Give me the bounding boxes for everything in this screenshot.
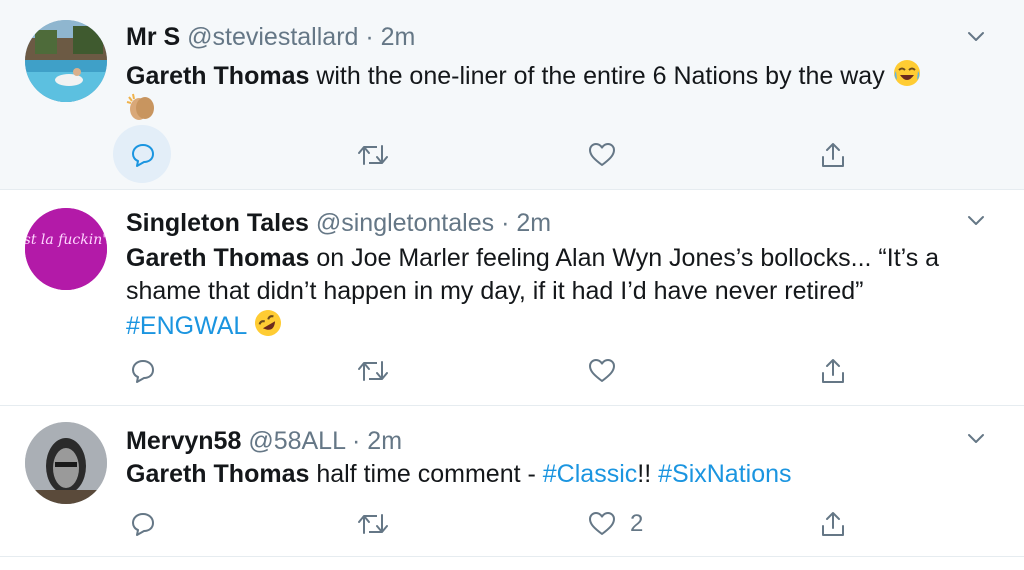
tweet-text: Gareth Thomas with the one-liner of the … [126,58,986,128]
avatar-mr-s[interactable] [25,20,107,102]
retweet-icon [358,145,388,165]
rolling-on-floor-laughing-emoji [255,310,282,336]
author-handle[interactable]: @58ALL [248,427,345,455]
retweet-button[interactable] [357,139,389,171]
share-icon [822,359,844,383]
hashtag-engwal[interactable]: #ENGWAL [126,312,246,340]
retweet-button[interactable] [357,508,389,540]
like-button[interactable]: 2 [588,508,643,540]
reply-button[interactable] [130,508,156,540]
author-name[interactable]: Mervyn58 [126,427,241,455]
tweet-text-content: with the one-liner of the entire 6 Natio… [309,62,885,90]
tweet-header: Mr S @steviestallard · 2m [126,22,415,52]
timestamp[interactable]: 2m [367,427,402,455]
avatar-singleton-tales[interactable]: C'est la fuckin' vie [25,208,107,290]
timestamp[interactable]: 2m [381,23,416,51]
reply-icon [132,360,154,383]
share-button[interactable] [819,355,847,387]
tweet-text: Gareth Thomas on Joe Marler feeling Alan… [126,242,986,343]
mention-gareth-thomas[interactable]: Gareth Thomas [126,460,309,488]
avatar-neon-text: C'est la fuckin' vie [25,232,107,248]
retweet-icon [358,361,388,381]
share-icon [822,512,844,536]
chevron-down-icon[interactable] [966,428,986,448]
separator-dot: · [365,23,374,51]
chevron-down-icon[interactable] [966,26,986,46]
tweet-2[interactable]: C'est la fuckin' vie Singleton Tales @si… [0,190,1024,406]
avatar-mervyn58[interactable] [25,422,107,504]
reply-button[interactable] [130,355,156,387]
share-button[interactable] [819,139,847,171]
share-button[interactable] [819,508,847,540]
face-with-tears-of-joy-emoji [893,60,920,86]
retweet-button[interactable] [357,355,389,387]
retweet-icon [358,514,388,534]
hashtag-sixnations[interactable]: #SixNations [658,460,791,488]
mention-gareth-thomas[interactable]: Gareth Thomas [126,62,309,90]
like-icon [589,359,615,382]
reply-icon [132,144,154,167]
separator-dot: · [501,209,510,237]
tweet-text-mid: !! [637,460,659,488]
timestamp[interactable]: 2m [516,209,551,237]
tweet-1[interactable]: Mr S @steviestallard · 2m Gareth Thomas … [0,0,1024,190]
separator-dot: · [352,427,361,455]
share-icon [822,143,844,167]
reply-button[interactable] [130,139,156,171]
tweet-text: Gareth Thomas half time comment - #Class… [126,458,986,491]
author-name[interactable]: Mr S [126,23,180,51]
like-icon [589,143,615,166]
mention-gareth-thomas[interactable]: Gareth Thomas [126,244,309,272]
tweet-3[interactable]: Mervyn58 @58ALL · 2m Gareth Thomas half … [0,406,1024,557]
reply-icon [132,513,154,536]
tweet-header: Singleton Tales @singletontales · 2m [126,208,551,238]
like-button[interactable] [588,355,616,387]
tweet-text-content: half time comment - [309,460,543,488]
like-button[interactable] [588,139,616,171]
author-handle[interactable]: @steviestallard [187,23,358,51]
hashtag-classic[interactable]: #Classic [543,460,637,488]
tweet-header: Mervyn58 @58ALL · 2m [126,426,402,456]
author-name[interactable]: Singleton Tales [126,209,309,237]
clapping-hands-emoji [126,93,154,120]
chevron-down-icon[interactable] [966,210,986,230]
like-icon [589,512,615,535]
author-handle[interactable]: @singletontales [316,209,494,237]
like-count: 2 [630,510,644,537]
